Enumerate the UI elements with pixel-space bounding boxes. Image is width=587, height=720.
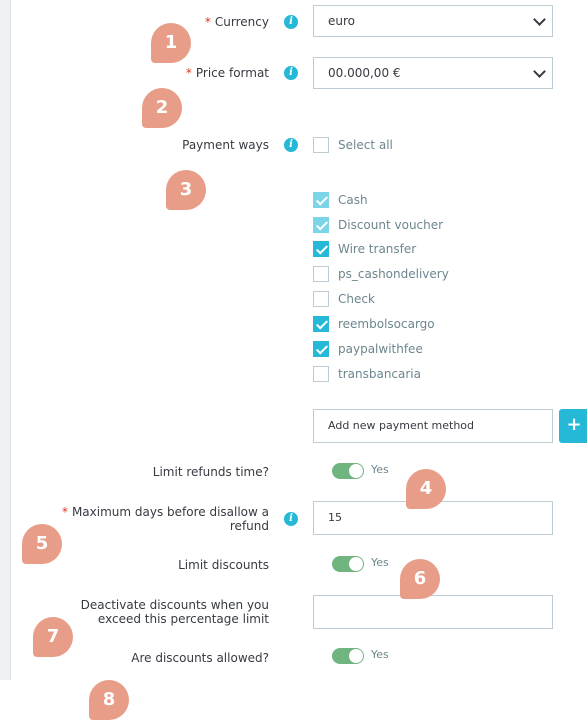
- payment-method-label: Discount voucher: [338, 218, 444, 232]
- checkbox[interactable]: [313, 137, 329, 153]
- discounts-allowed-label: Are discounts allowed?: [131, 651, 269, 665]
- payment-method-item[interactable]: paypalwithfee: [313, 341, 423, 359]
- toggle-knob: [349, 464, 363, 478]
- checkbox[interactable]: [313, 217, 329, 233]
- payment-method-item[interactable]: Check: [313, 291, 375, 309]
- annotation-badge: 2: [142, 88, 182, 128]
- info-icon[interactable]: i: [284, 512, 298, 526]
- checkbox[interactable]: [313, 291, 329, 307]
- toggle-label: Yes: [371, 463, 389, 476]
- checkbox[interactable]: [313, 366, 329, 382]
- toggle-label: Yes: [371, 556, 389, 569]
- select-all-label: Select all: [338, 138, 393, 152]
- discount-percentage-input[interactable]: [313, 595, 553, 629]
- info-icon[interactable]: i: [284, 15, 298, 29]
- annotation-badge: 7: [33, 617, 73, 657]
- limit-refunds-toggle[interactable]: [332, 463, 364, 479]
- annotation-badge: 3: [166, 170, 206, 210]
- required-asterisk: *: [185, 66, 192, 80]
- currency-select[interactable]: euro: [313, 5, 553, 37]
- info-icon[interactable]: i: [284, 66, 298, 80]
- max-days-label: * Maximum days before disallow a refund: [61, 505, 269, 533]
- limit-discounts-toggle[interactable]: [332, 556, 364, 572]
- chevron-down-icon: [533, 13, 546, 26]
- payment-method-label: Cash: [338, 193, 368, 207]
- checkbox[interactable]: [313, 266, 329, 282]
- payment-method-label: Wire transfer: [338, 242, 417, 256]
- payment-method-label: ps_cashondelivery: [338, 267, 449, 281]
- toggle-knob: [349, 649, 363, 663]
- annotation-badge: 5: [22, 524, 62, 564]
- new-payment-method-input[interactable]: Add new payment method: [313, 409, 553, 443]
- required-asterisk: *: [61, 505, 68, 519]
- currency-label: * Currency: [204, 15, 269, 29]
- payment-method-item[interactable]: reembolsocargo: [313, 316, 435, 334]
- payment-method-item[interactable]: Discount voucher: [313, 217, 443, 235]
- payment-method-label: transbancaria: [338, 367, 421, 381]
- checkbox[interactable]: [313, 241, 329, 257]
- price-format-select[interactable]: 00.000,00 €: [313, 57, 553, 89]
- checkbox[interactable]: [313, 341, 329, 357]
- payment-method-item[interactable]: ps_cashondelivery: [313, 266, 449, 284]
- toggle-label: Yes: [371, 648, 389, 661]
- payment-method-item[interactable]: Cash: [313, 192, 368, 210]
- annotation-badge: 1: [151, 23, 191, 63]
- checkbox[interactable]: [313, 192, 329, 208]
- payment-method-item[interactable]: transbancaria: [313, 366, 421, 384]
- toggle-knob: [349, 557, 363, 571]
- left-sidebar-edge: [0, 0, 11, 680]
- info-icon[interactable]: i: [284, 138, 298, 152]
- annotation-badge: 4: [406, 469, 446, 509]
- discounts-allowed-toggle[interactable]: [332, 648, 364, 664]
- required-asterisk: *: [204, 15, 211, 29]
- add-payment-method-button[interactable]: +: [559, 409, 587, 443]
- limit-refunds-label: Limit refunds time?: [152, 465, 269, 479]
- limit-discounts-label: Limit discounts: [178, 558, 269, 572]
- payment-method-item[interactable]: Wire transfer: [313, 241, 416, 259]
- price-format-label: * Price format: [185, 66, 269, 80]
- chevron-down-icon: [533, 65, 546, 78]
- deactivate-discounts-label: Deactivate discounts when you exceed thi…: [80, 598, 269, 626]
- form-panel: * Currency i euro * Price format i 00.000,…: [0, 0, 587, 680]
- payment-method-label: paypalwithfee: [338, 342, 423, 356]
- checkbox[interactable]: [313, 316, 329, 332]
- payment-method-label: reembolsocargo: [338, 317, 435, 331]
- annotation-badge: 8: [89, 680, 129, 720]
- payment-ways-label: Payment ways: [182, 138, 269, 152]
- payment-method-label: Check: [338, 292, 375, 306]
- annotation-badge: 6: [400, 559, 440, 599]
- select-all-checkbox[interactable]: Select all: [313, 137, 393, 155]
